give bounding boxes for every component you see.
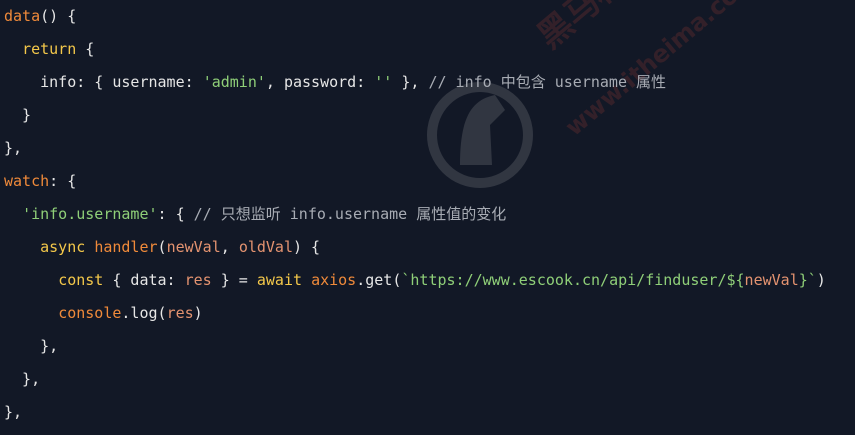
horse-logo-icon <box>427 82 533 188</box>
code-line: return { <box>4 38 94 60</box>
code-token: () { <box>40 7 77 25</box>
code-line: }, <box>4 137 22 159</box>
watermark: 黑马程序员 www.itheima.com <box>420 0 763 210</box>
code-token: // 只想监听 info.username 属性值的变化 <box>193 205 507 223</box>
code-token: res <box>166 304 194 322</box>
code-token: ) { <box>293 238 321 256</box>
code-token: await <box>256 271 303 289</box>
code-token: console <box>58 304 122 322</box>
code-token: '' <box>374 73 393 91</box>
code-line: console.log(res) <box>4 302 203 324</box>
code-line: }, <box>4 368 40 390</box>
code-editor: 黑马程序员 www.itheima.com data() { return { … <box>0 0 855 435</box>
code-token: }` <box>798 271 817 289</box>
code-token: }, <box>392 73 429 91</box>
code-line: info: { username: 'admin', password: '' … <box>4 71 666 93</box>
code-line: 'info.username': { // 只想监听 info.username… <box>4 203 506 225</box>
code-token: { <box>76 40 95 58</box>
code-line: } <box>4 104 31 126</box>
code-token: , password: <box>265 73 375 91</box>
code-token: axios <box>311 271 357 289</box>
code-token: info: { username: <box>4 73 203 91</box>
watermark-text-cn: 黑马程序员 <box>525 0 710 58</box>
code-token: `https://www.escook.cn/api/finduser/${ <box>401 271 745 289</box>
code-line: data() { <box>4 5 76 27</box>
code-token: newVal <box>166 238 221 256</box>
code-token: : { <box>49 172 77 190</box>
code-token: ( <box>157 238 167 256</box>
code-token: const <box>58 271 104 289</box>
code-token: newVal <box>744 271 799 289</box>
code-token: async <box>40 238 86 256</box>
code-token: .get( <box>356 271 402 289</box>
code-token: , <box>220 238 239 256</box>
code-line: async handler(newVal, oldVal) { <box>4 236 320 258</box>
code-token: return <box>22 40 77 58</box>
code-token: handler <box>94 238 158 256</box>
code-token: data <box>4 7 41 25</box>
code-token: 'info.username' <box>22 205 158 223</box>
code-token: watch <box>4 172 50 190</box>
code-token: res <box>184 271 212 289</box>
code-line: watch: { <box>4 170 76 192</box>
code-token: ) <box>193 304 203 322</box>
code-token: ) <box>816 271 826 289</box>
code-token: }, <box>4 370 41 388</box>
code-token: }, <box>4 337 59 355</box>
code-line: const { data: res } = await axios.get(`h… <box>4 269 826 291</box>
code-token: .log( <box>121 304 167 322</box>
code-token: oldVal <box>238 238 293 256</box>
code-line: }, <box>4 335 58 357</box>
code-token: }, <box>4 403 23 421</box>
code-token: 'admin' <box>202 73 266 91</box>
code-token: // info 中包含 username 属性 <box>428 73 667 91</box>
code-token: } <box>4 106 32 124</box>
code-token: : { <box>157 205 194 223</box>
code-token: { data: <box>103 271 185 289</box>
code-token: } = <box>211 271 257 289</box>
code-token: }, <box>4 139 23 157</box>
code-line: }, <box>4 401 22 423</box>
